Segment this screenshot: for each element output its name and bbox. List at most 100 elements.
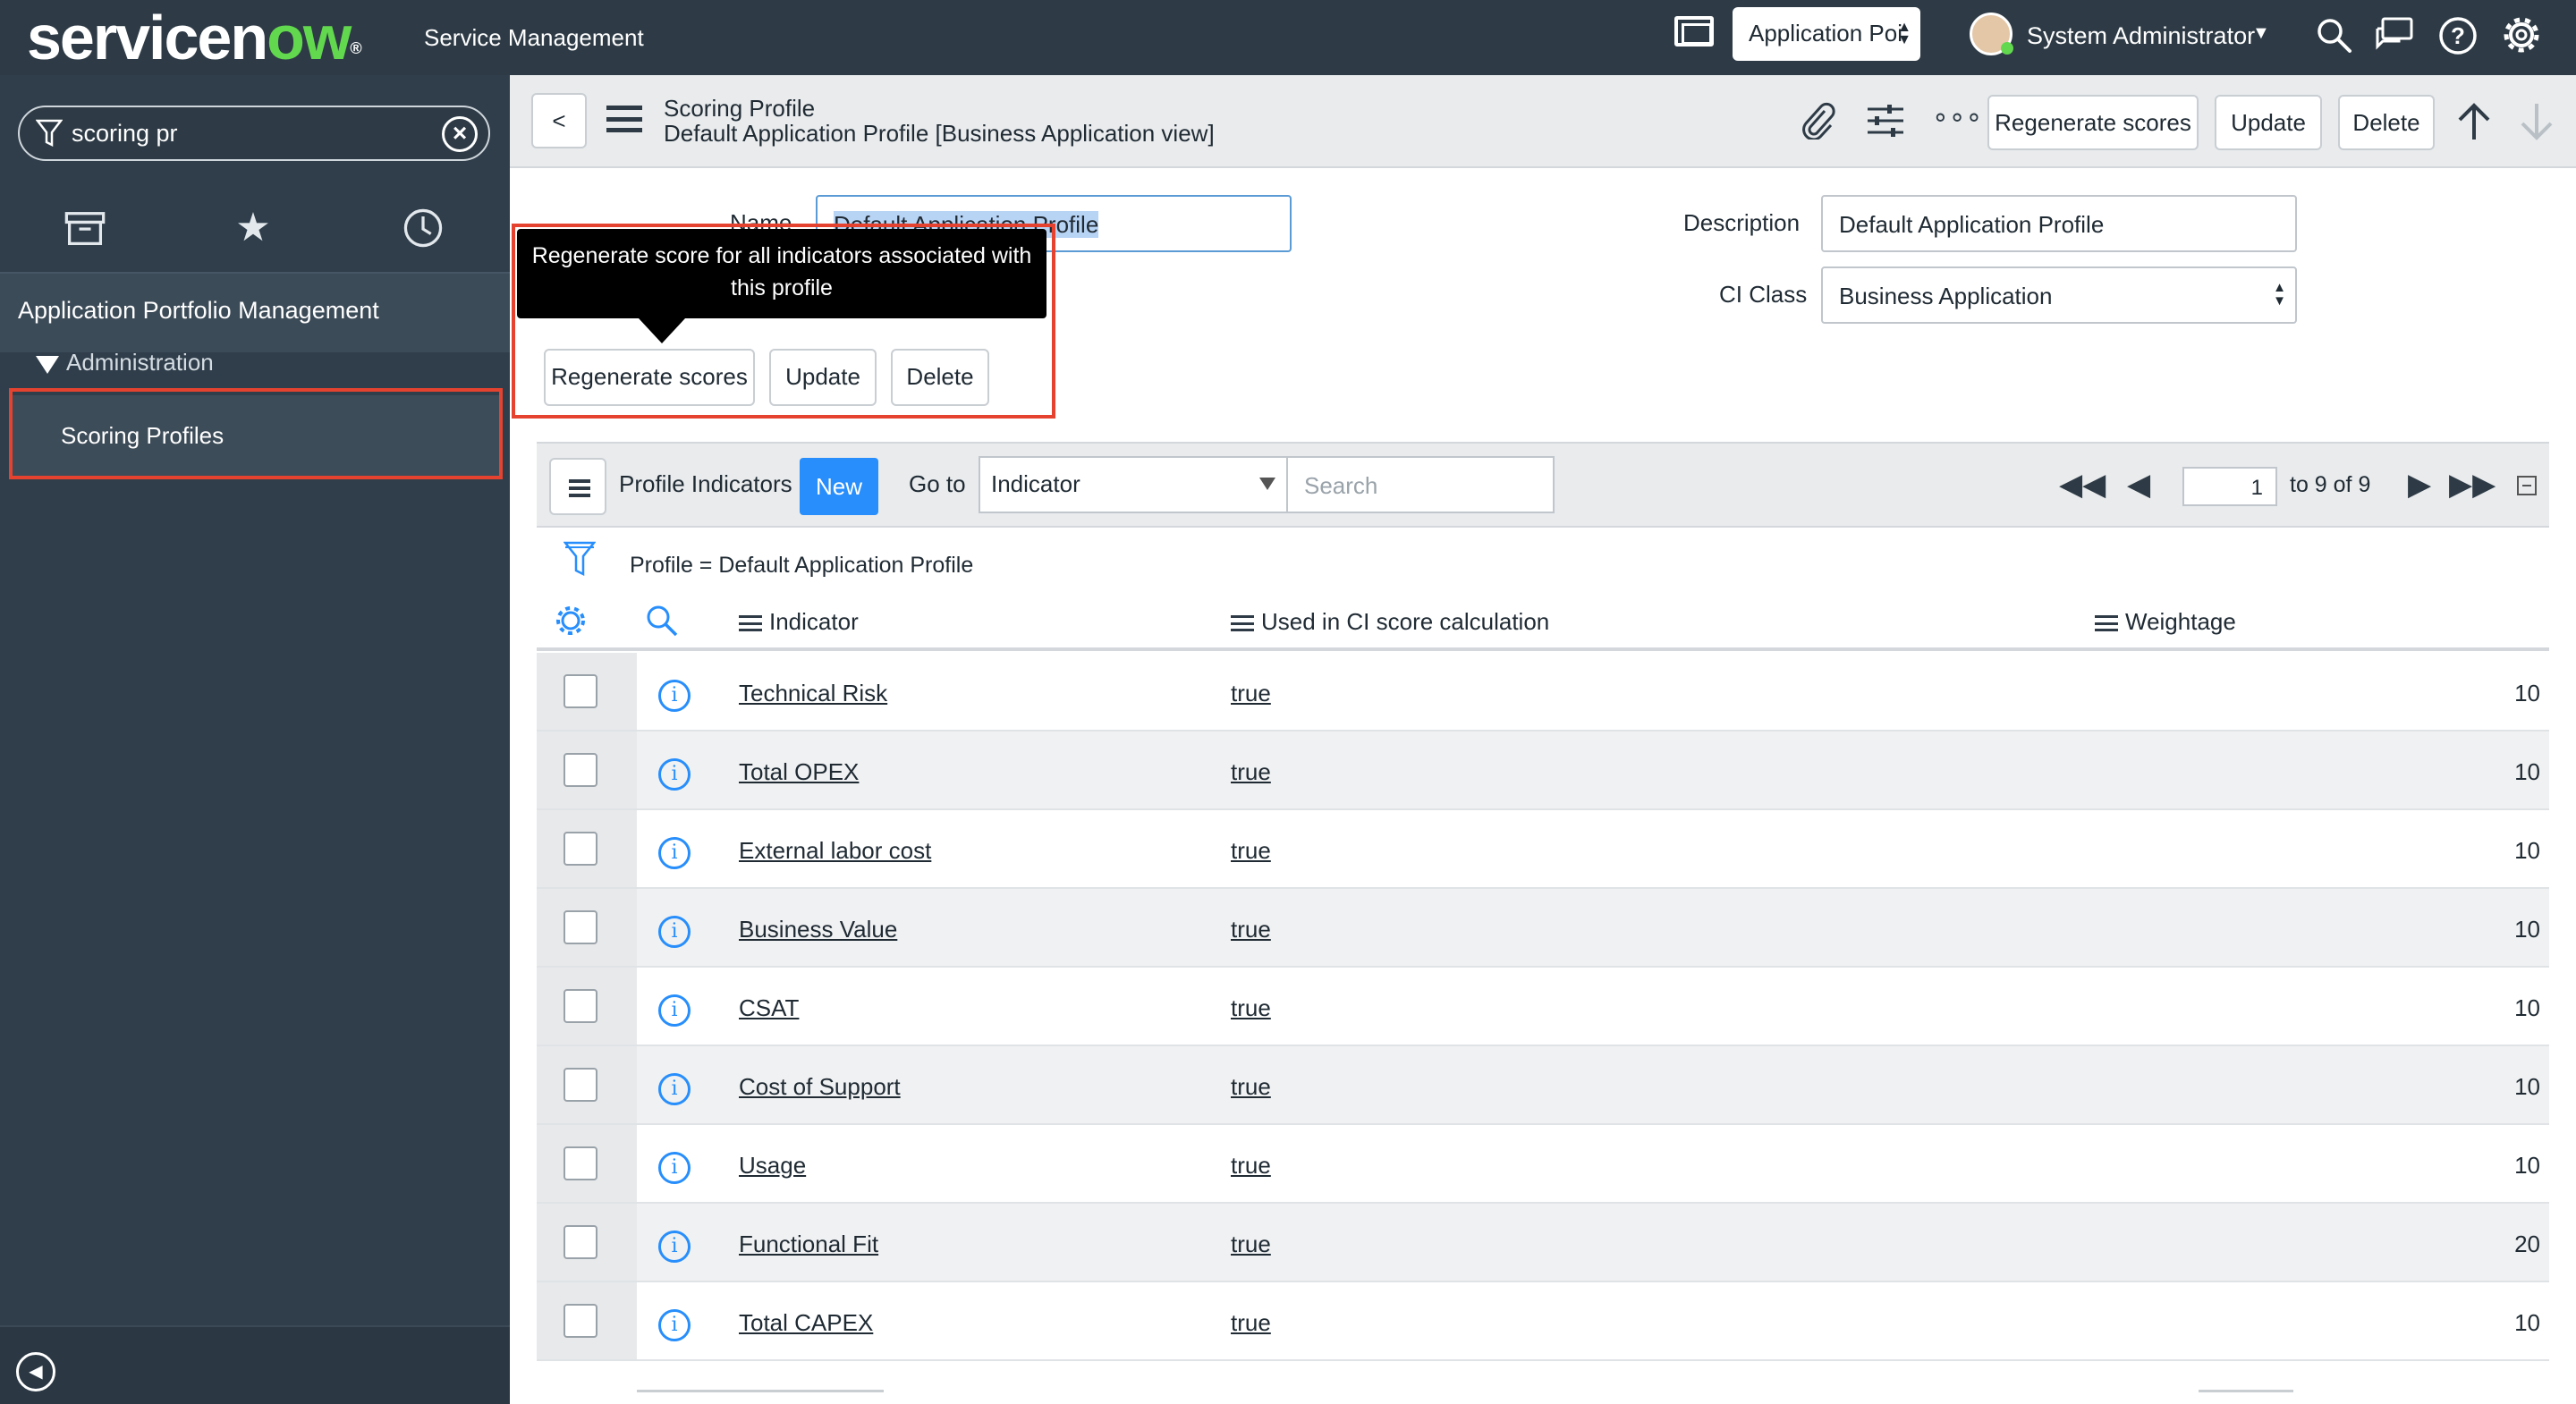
used-in-ci-link[interactable]: true — [1231, 1309, 1271, 1337]
filter-condition[interactable]: Profile = Default Application Profile — [630, 553, 973, 579]
list-menu-button[interactable] — [549, 458, 606, 515]
context-menu-icon[interactable] — [606, 106, 642, 132]
indicator-link[interactable]: CSAT — [739, 994, 799, 1022]
last-page-icon[interactable]: ▶▶ — [2449, 467, 2496, 503]
used-in-ci-link[interactable]: true — [1231, 758, 1271, 786]
user-name[interactable]: System Administrator — [2027, 20, 2255, 52]
used-in-ci-link[interactable]: true — [1231, 837, 1271, 865]
info-icon[interactable]: i — [658, 758, 691, 791]
chat-icon[interactable] — [2374, 16, 2415, 54]
column-menu-icon[interactable] — [739, 615, 762, 632]
list-search-input[interactable]: Search — [1286, 456, 1555, 513]
info-icon[interactable]: i — [658, 1073, 691, 1105]
description-field[interactable]: Default Application Profile — [1821, 195, 2297, 252]
used-in-ci-link[interactable]: true — [1231, 680, 1271, 707]
arrow-down-icon[interactable] — [2519, 102, 2555, 141]
table-row[interactable]: i External labor cost true 10 — [537, 810, 2549, 889]
info-icon[interactable]: i — [658, 837, 691, 869]
used-in-ci-link[interactable]: true — [1231, 916, 1271, 943]
row-checkbox[interactable] — [564, 753, 597, 787]
info-icon[interactable]: i — [658, 994, 691, 1027]
history-icon[interactable] — [401, 206, 445, 250]
used-in-ci-link[interactable]: true — [1231, 1152, 1271, 1180]
nav-group-administration[interactable]: Administration — [66, 349, 214, 376]
goto-field-select[interactable]: Indicator — [979, 456, 1288, 513]
indicator-link[interactable]: Total OPEX — [739, 758, 859, 786]
table-row[interactable]: i Cost of Support true 10 — [537, 1046, 2549, 1125]
gear-icon[interactable] — [553, 603, 589, 639]
update-button[interactable]: Update — [2215, 95, 2322, 150]
table-row[interactable]: i Technical Risk true 10 — [537, 653, 2549, 732]
more-icon[interactable]: ∘∘∘ — [1932, 100, 1982, 136]
column-used-in-ci-score[interactable]: Used in CI score calculation — [1231, 608, 1549, 636]
indicator-link[interactable]: Total CAPEX — [739, 1309, 873, 1337]
row-checkbox[interactable] — [564, 832, 597, 866]
module-application-portfolio-management[interactable]: Application Portfolio Management — [0, 274, 510, 352]
info-icon[interactable]: i — [658, 680, 691, 712]
column-indicator[interactable]: Indicator — [739, 608, 859, 636]
row-checkbox[interactable] — [564, 1304, 597, 1338]
navigator-filter-input[interactable]: scoring pr — [72, 120, 178, 148]
table-row[interactable]: i Total CAPEX true 10 — [537, 1282, 2549, 1361]
ci-class-select[interactable]: Business Application ▲ ▼ — [1821, 266, 2297, 324]
regenerate-scores-button[interactable]: Regenerate scores — [1987, 95, 2199, 150]
previous-page-icon[interactable]: ◀ — [2127, 467, 2150, 503]
column-menu-icon[interactable] — [1231, 615, 1254, 632]
arrow-up-icon[interactable] — [2456, 102, 2492, 141]
indicator-link[interactable]: Business Value — [739, 916, 897, 943]
servicenow-logo[interactable]: servicenow® — [27, 4, 362, 72]
clear-filter-icon[interactable]: × — [442, 116, 478, 152]
paperclip-icon[interactable] — [1798, 102, 1835, 140]
highlight-box — [9, 388, 503, 479]
search-icon[interactable] — [644, 603, 680, 639]
filter-icon[interactable] — [564, 540, 596, 579]
page-number-input[interactable]: 1 — [2182, 467, 2277, 506]
row-checkbox[interactable] — [564, 910, 597, 944]
table-row[interactable]: i Total OPEX true 10 — [537, 732, 2549, 810]
indicator-link[interactable]: Cost of Support — [739, 1073, 901, 1101]
used-in-ci-link[interactable]: true — [1231, 1231, 1271, 1258]
archive-icon[interactable] — [63, 206, 107, 250]
screen-icon[interactable] — [1674, 16, 1714, 47]
info-icon[interactable]: i — [658, 916, 691, 948]
info-icon[interactable]: i — [658, 1152, 691, 1184]
column-weightage[interactable]: Weightage — [2095, 608, 2236, 636]
navigator-filter[interactable]: scoring pr × — [18, 106, 490, 161]
indicator-link[interactable]: Functional Fit — [739, 1231, 878, 1258]
delete-button[interactable]: Delete — [2338, 95, 2435, 150]
caret-down-icon[interactable] — [36, 356, 59, 374]
indicator-link[interactable]: External labor cost — [739, 837, 931, 865]
row-checkbox[interactable] — [564, 1225, 597, 1259]
list-footer-divider — [2199, 1390, 2293, 1392]
info-icon[interactable]: i — [658, 1231, 691, 1263]
gear-icon[interactable] — [2501, 14, 2542, 55]
indicator-link[interactable]: Technical Risk — [739, 680, 887, 707]
new-button[interactable]: New — [800, 458, 878, 515]
row-checkbox[interactable] — [564, 1146, 597, 1180]
application-picker[interactable]: Application Poi ▲ ▼ — [1733, 7, 1920, 61]
collapse-list-icon[interactable] — [2517, 476, 2537, 495]
sliders-icon[interactable] — [1866, 102, 1905, 140]
avatar[interactable] — [1970, 13, 2013, 55]
indicator-link[interactable]: Usage — [739, 1152, 806, 1180]
chevron-down-icon[interactable]: ▼ — [2252, 23, 2270, 44]
row-checkbox[interactable] — [564, 674, 597, 708]
row-checkbox[interactable] — [564, 1068, 597, 1102]
table-row[interactable]: i Business Value true 10 — [537, 889, 2549, 968]
star-icon[interactable]: ★ — [231, 206, 275, 250]
used-in-ci-link[interactable]: true — [1231, 994, 1271, 1022]
row-checkbox[interactable] — [564, 989, 597, 1023]
table-row[interactable]: i CSAT true 10 — [537, 968, 2549, 1046]
collapse-nav-icon[interactable]: ◀ — [16, 1352, 55, 1391]
next-page-icon[interactable]: ▶ — [2408, 467, 2431, 503]
info-icon[interactable]: i — [658, 1309, 691, 1341]
back-button[interactable]: < — [531, 93, 587, 148]
column-menu-icon[interactable] — [2095, 615, 2118, 632]
table-row[interactable]: i Functional Fit true 20 — [537, 1204, 2549, 1282]
search-icon[interactable] — [2315, 16, 2352, 54]
used-in-ci-link[interactable]: true — [1231, 1073, 1271, 1101]
table-row[interactable]: i Usage true 10 — [537, 1125, 2549, 1204]
related-list-title: Profile Indicators — [619, 470, 792, 497]
help-icon[interactable]: ? — [2438, 16, 2478, 55]
first-page-icon[interactable]: ◀◀ — [2059, 467, 2106, 503]
